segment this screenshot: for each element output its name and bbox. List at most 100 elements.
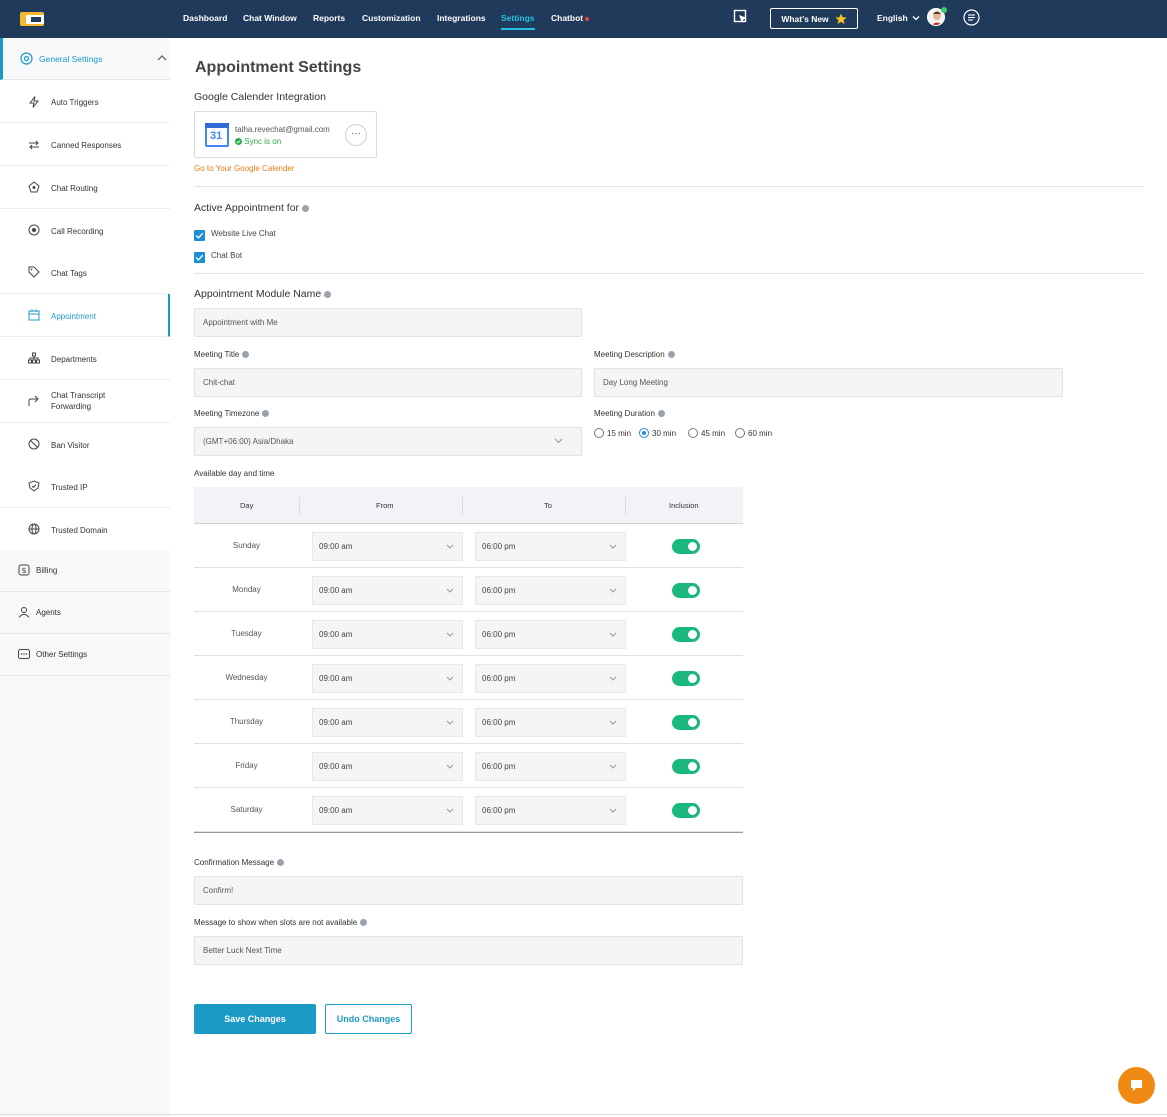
sidebar-item-call-recording[interactable]: Call Recording xyxy=(0,209,170,252)
menu-icon[interactable] xyxy=(963,9,980,26)
google-calendar-link[interactable]: Go to Your Google Calender xyxy=(194,164,295,173)
whats-new-button[interactable]: What's New xyxy=(770,8,858,29)
info-icon xyxy=(277,859,285,867)
from-time-select[interactable]: 09:00 am xyxy=(312,620,463,649)
unavailable-message-input[interactable]: Better Luck Next Time xyxy=(194,936,743,965)
billing-icon: $ xyxy=(18,564,30,576)
sidebar-item-departments[interactable]: Departments xyxy=(0,337,170,380)
sidebar-item-auto-triggers[interactable]: Auto Triggers xyxy=(0,80,170,123)
divider xyxy=(194,273,1144,274)
duration-30-radio[interactable]: 30 min xyxy=(639,428,676,438)
meeting-title-heading: Meeting Title xyxy=(194,350,250,359)
sidebar-item-other-settings[interactable]: Other Settings xyxy=(0,634,170,676)
header-separator xyxy=(462,497,463,514)
chevron-down-icon xyxy=(609,720,617,725)
from-time-select[interactable]: 09:00 am xyxy=(312,708,463,737)
meeting-title-input[interactable]: Chit-chat xyxy=(194,368,582,397)
duration-45-radio[interactable]: 45 min xyxy=(688,428,725,438)
sidebar-item-label: Appointment xyxy=(51,312,96,321)
more-options-button[interactable]: ··· xyxy=(345,124,367,146)
table-bottom-border xyxy=(194,832,743,833)
from-time-select[interactable]: 09:00 am xyxy=(312,796,463,825)
website-live-chat-checkbox[interactable] xyxy=(194,230,205,241)
inclusion-toggle[interactable] xyxy=(672,583,700,598)
inclusion-toggle[interactable] xyxy=(672,715,700,730)
sidebar-item-agents[interactable]: Agents xyxy=(0,592,170,634)
sidebar-item-billing[interactable]: $ Billing xyxy=(0,550,170,592)
chat-bot-checkbox[interactable] xyxy=(194,252,205,263)
from-time-value: 09:00 am xyxy=(319,630,353,639)
inclusion-toggle[interactable] xyxy=(672,759,700,774)
day-name: Monday xyxy=(232,585,261,594)
sidebar-item-chat-transcript-forwarding[interactable]: Chat Transcript Forwarding xyxy=(0,380,170,423)
sidebar-item-canned-responses[interactable]: Canned Responses xyxy=(0,123,170,166)
sidebar-item-appointment[interactable]: Appointment xyxy=(0,294,170,337)
to-time-select[interactable]: 06:00 pm xyxy=(475,796,626,825)
info-icon xyxy=(262,410,270,418)
tag-icon xyxy=(28,266,40,278)
language-select[interactable]: English xyxy=(877,13,920,23)
undo-changes-button[interactable]: Undo Changes xyxy=(325,1004,412,1034)
chevron-down-icon xyxy=(609,808,617,813)
to-time-select[interactable]: 06:00 pm xyxy=(475,620,626,649)
to-time-select[interactable]: 06:00 pm xyxy=(475,708,626,737)
nav-dashboard[interactable]: Dashboard xyxy=(183,13,227,23)
sidebar-item-chat-routing[interactable]: Chat Routing xyxy=(0,166,170,209)
from-time-value: 09:00 am xyxy=(319,586,353,595)
confirmation-message-input[interactable]: Confirm! xyxy=(194,876,743,905)
from-time-value: 09:00 am xyxy=(319,718,353,727)
info-icon xyxy=(667,351,675,359)
nav-customization[interactable]: Customization xyxy=(362,13,421,23)
sidebar-item-label: Departments xyxy=(51,355,97,364)
meeting-timezone-heading: Meeting Timezone xyxy=(194,409,270,418)
to-time-select[interactable]: 06:00 pm xyxy=(475,532,626,561)
header-to: To xyxy=(544,501,552,510)
inclusion-toggle[interactable] xyxy=(672,803,700,818)
to-time-value: 06:00 pm xyxy=(482,718,516,727)
chat-widget-button[interactable] xyxy=(1118,1067,1155,1104)
chevron-down-icon xyxy=(609,764,617,769)
duration-15-radio[interactable]: 15 min xyxy=(594,428,631,438)
logo-icon[interactable] xyxy=(19,9,51,29)
nav-chatbot[interactable]: Chatbot xyxy=(551,13,590,23)
sync-status: Sync is on xyxy=(235,137,281,146)
meeting-description-input[interactable]: Day Long Meeting xyxy=(594,368,1063,397)
duration-label: 15 min xyxy=(607,428,632,438)
from-time-select[interactable]: 09:00 am xyxy=(312,532,463,561)
from-time-select[interactable]: 09:00 am xyxy=(312,664,463,693)
nav-reports[interactable]: Reports xyxy=(313,13,345,23)
inclusion-toggle[interactable] xyxy=(672,627,700,642)
sidebar-item-label: Other Settings xyxy=(36,650,88,659)
sidebar-item-ban-visitor[interactable]: Ban Visitor xyxy=(0,423,170,466)
notification-dot xyxy=(585,16,590,21)
from-time-select[interactable]: 09:00 am xyxy=(312,752,463,781)
chevron-down-icon xyxy=(609,588,617,593)
sidebar-item-chat-tags[interactable]: Chat Tags xyxy=(0,251,170,294)
record-icon xyxy=(28,224,40,236)
to-time-select[interactable]: 06:00 pm xyxy=(475,664,626,693)
to-time-select[interactable]: 06:00 pm xyxy=(475,752,626,781)
chevron-down-icon xyxy=(554,438,563,444)
to-time-select[interactable]: 06:00 pm xyxy=(475,576,626,605)
nav-settings[interactable]: Settings xyxy=(501,13,535,30)
nav-chat-window[interactable]: Chat Window xyxy=(243,13,297,23)
nav-integrations[interactable]: Integrations xyxy=(437,13,486,23)
inclusion-toggle[interactable] xyxy=(672,671,700,686)
google-calendar-card: 31 talha.revechat@gmail.com Sync is on ·… xyxy=(194,111,377,158)
sidebar-item-trusted-domain[interactable]: Trusted Domain xyxy=(0,508,170,551)
day-name: Tuesday xyxy=(231,629,262,638)
save-changes-button[interactable]: Save Changes xyxy=(194,1004,316,1034)
sidebar-item-general-settings[interactable]: General Settings xyxy=(0,38,170,80)
info-icon xyxy=(324,290,332,298)
to-time-value: 06:00 pm xyxy=(482,630,516,639)
cursor-screen-icon[interactable] xyxy=(733,9,749,25)
duration-60-radio[interactable]: 60 min xyxy=(735,428,772,438)
from-time-select[interactable]: 09:00 am xyxy=(312,576,463,605)
timezone-select[interactable]: (GMT+06:00) Asia/Dhaka xyxy=(194,427,582,456)
inclusion-toggle[interactable] xyxy=(672,539,700,554)
lightning-icon xyxy=(28,96,40,108)
nav-chatbot-label: Chatbot xyxy=(551,13,584,23)
sidebar-item-trusted-ip[interactable]: Trusted IP xyxy=(0,465,170,508)
page-title: Appointment Settings xyxy=(195,59,362,76)
module-name-input[interactable]: Appointment with Me xyxy=(194,308,582,337)
